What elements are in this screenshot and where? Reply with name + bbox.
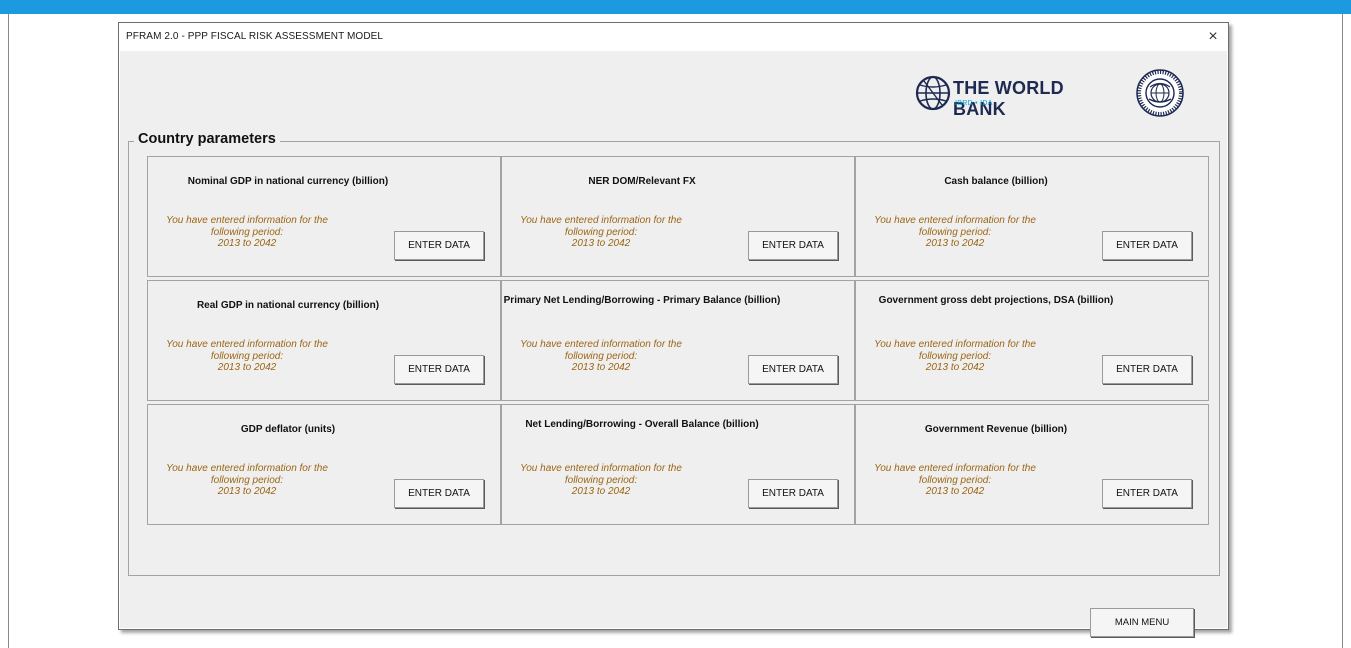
period-info-line: following period: [564,474,638,486]
period-info-range: 2013 to 2042 [925,238,985,249]
window-title: PFRAM 2.0 - PPP FISCAL RISK ASSESSMENT M… [126,31,384,42]
card-title: Nominal GDP in national currency (billio… [187,176,389,187]
group-title: Country parameters [134,131,280,147]
period-info-line: You have entered information for the [166,463,328,474]
card-nominal-gdp: Nominal GDP in national currency (billio… [147,156,501,277]
period-info-line: following period: [918,474,992,486]
enter-data-button[interactable]: ENTER DATA [1102,231,1192,260]
card-title: Government gross debt projections, DSA (… [878,295,1114,306]
period-info-line: following period: [564,226,638,238]
period-info-range: 2013 to 2042 [217,486,277,497]
period-info-line: You have entered information for the [520,339,682,350]
world-bank-globe-icon [915,75,951,111]
period-info-line: You have entered information for the [874,463,1036,474]
dialog-window: PFRAM 2.0 - PPP FISCAL RISK ASSESSMENT M… [118,22,1229,637]
period-info: You have entered information for the fol… [162,463,332,498]
period-info: You have entered information for the fol… [516,339,686,374]
period-info-line: You have entered information for the [874,215,1036,226]
world-bank-name: THE WORLD BANK [953,78,1064,119]
card-title: Cash balance (billion) [944,176,1048,187]
period-info: You have entered information for the fol… [516,215,686,250]
enter-data-button[interactable]: ENTER DATA [1102,355,1192,384]
title-bar: PFRAM 2.0 - PPP FISCAL RISK ASSESSMENT M… [119,23,1228,51]
period-info: You have entered information for the fol… [870,339,1040,374]
period-info-line: You have entered information for the [520,215,682,226]
dialog-body: THE WORLD BANK IBRD • IDA Country parame… [120,51,1227,637]
enter-data-button[interactable]: ENTER DATA [748,355,838,384]
sheet-border-right [1342,14,1343,648]
card-gross-debt: Government gross debt projections, DSA (… [855,280,1209,401]
period-info-line: following period: [564,350,638,362]
period-info: You have entered information for the fol… [162,215,332,250]
close-icon[interactable]: × [1202,26,1224,48]
card-ner: NER DOM/Relevant FX You have entered inf… [501,156,855,277]
card-title: GDP deflator (units) [240,424,336,435]
card-overall-balance: Net Lending/Borrowing - Overall Balance … [501,404,855,525]
period-info-range: 2013 to 2042 [217,362,277,373]
imf-seal-icon [1136,69,1184,117]
world-bank-subtitle: IBRD • IDA [955,100,993,107]
period-info-line: following period: [918,226,992,238]
period-info-range: 2013 to 2042 [571,486,631,497]
period-info-range: 2013 to 2042 [217,238,277,249]
card-title: Net Lending/Borrowing - Overall Balance … [525,419,759,430]
card-cash-balance: Cash balance (billion) You have entered … [855,156,1209,277]
enter-data-button[interactable]: ENTER DATA [394,355,484,384]
enter-data-button[interactable]: ENTER DATA [748,479,838,508]
period-info: You have entered information for the fol… [162,339,332,374]
enter-data-button[interactable]: ENTER DATA [1102,479,1192,508]
period-info-line: You have entered information for the [874,339,1036,350]
period-info-range: 2013 to 2042 [925,362,985,373]
period-info-line: following period: [210,226,284,238]
period-info: You have entered information for the fol… [516,463,686,498]
card-title: Real GDP in national currency (billion) [196,300,380,311]
period-info-line: You have entered information for the [166,215,328,226]
period-info-line: You have entered information for the [520,463,682,474]
main-menu-button[interactable]: MAIN MENU [1090,608,1194,637]
period-info: You have entered information for the fol… [870,215,1040,250]
card-gdp-deflator: GDP deflator (units) You have entered in… [147,404,501,525]
period-info-range: 2013 to 2042 [571,238,631,249]
world-bank-logo: THE WORLD BANK IBRD • IDA [915,71,1105,121]
card-title: Government Revenue (billion) [924,424,1068,435]
sheet-border-left [8,14,9,648]
card-government-revenue: Government Revenue (billion) You have en… [855,404,1209,525]
period-info-range: 2013 to 2042 [925,486,985,497]
period-info: You have entered information for the fol… [870,463,1040,498]
period-info-line: following period: [210,474,284,486]
desktop-top-bar [0,0,1351,14]
enter-data-button[interactable]: ENTER DATA [394,231,484,260]
enter-data-button[interactable]: ENTER DATA [748,231,838,260]
card-title: Primary Net Lending/Borrowing - Primary … [503,295,781,306]
period-info-line: You have entered information for the [166,339,328,350]
period-info-line: following period: [918,350,992,362]
period-info-range: 2013 to 2042 [571,362,631,373]
enter-data-button[interactable]: ENTER DATA [394,479,484,508]
period-info-line: following period: [210,350,284,362]
card-primary-balance: Primary Net Lending/Borrowing - Primary … [501,280,855,401]
card-real-gdp: Real GDP in national currency (billion) … [147,280,501,401]
card-title: NER DOM/Relevant FX [588,176,696,187]
